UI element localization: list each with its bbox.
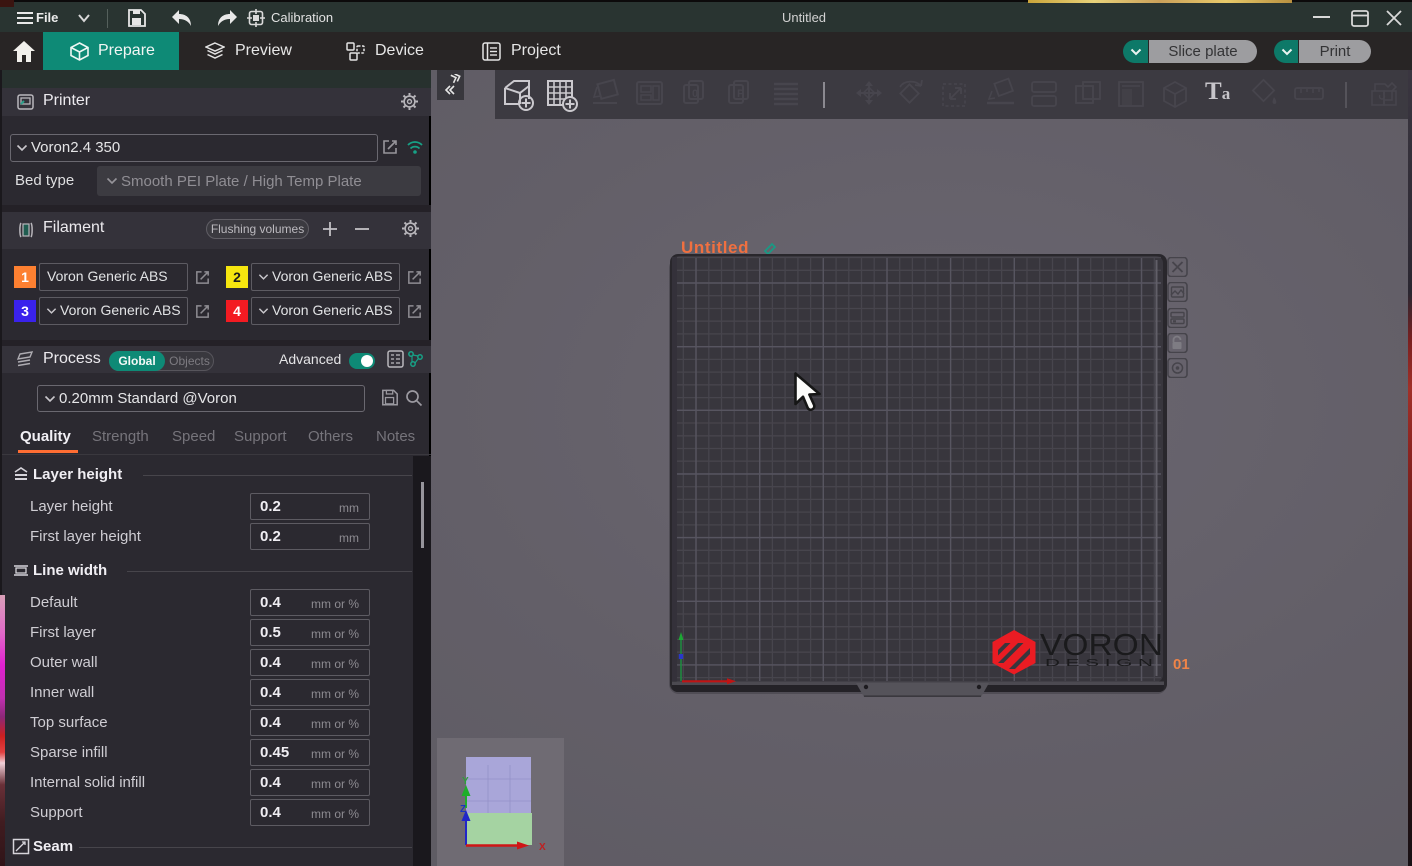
svg-text:Y: Y [462,776,469,787]
svg-text:P: P [737,88,744,100]
svg-text:VORON: VORON [1040,627,1163,662]
svg-text:X: X [539,842,546,853]
svg-text:D E S I G N: D E S I G N [1045,658,1153,669]
svg-text:0: 0 [692,88,698,100]
